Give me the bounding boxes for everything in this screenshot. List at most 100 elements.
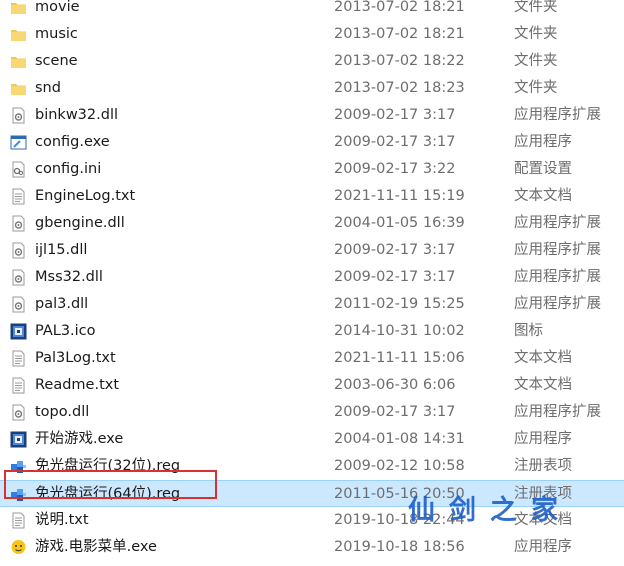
file-type: 应用程序扩展: [514, 269, 601, 285]
file-type: 文本文档: [514, 350, 572, 366]
file-type: 文本文档: [514, 377, 572, 393]
folder-icon: [10, 26, 27, 43]
file-type: 配置设置: [514, 161, 572, 177]
file-type: 图标: [514, 323, 543, 339]
dll-icon: [10, 404, 27, 421]
file-name: movie: [35, 0, 80, 15]
file-name: config.exe: [35, 134, 110, 150]
file-type: 文件夹: [514, 80, 558, 96]
file-type: 文件夹: [514, 53, 558, 69]
txt-icon: [10, 350, 27, 367]
file-name: snd: [35, 80, 61, 96]
file-row[interactable]: binkw32.dll 2009-02-17 3:17 应用程序扩展: [0, 102, 624, 129]
file-name: scene: [35, 53, 78, 69]
file-name: 开始游戏.exe: [35, 431, 124, 447]
txt-icon: [10, 512, 27, 529]
file-row[interactable]: movie 2013-07-02 18:21 文件夹: [0, 0, 624, 21]
file-list: movie 2013-07-02 18:21 文件夹 music 2013-07-02 …: [0, 0, 624, 561]
file-row[interactable]: EngineLog.txt 2021-11-11 15:19 文本文档: [0, 183, 624, 210]
file-row[interactable]: Pal3Log.txt 2021-11-11 15:06 文本文档: [0, 345, 624, 372]
file-date: 2011-02-19 15:25: [334, 296, 465, 312]
file-date: 2009-02-12 10:58: [334, 458, 465, 474]
file-name: config.ini: [35, 161, 102, 177]
file-name: EngineLog.txt: [35, 188, 136, 204]
file-row[interactable]: 免光盘运行(64位).reg 2011-05-16 20:50 注册表项: [0, 480, 624, 507]
file-type: 文件夹: [514, 0, 558, 15]
file-row[interactable]: 说明.txt 2019-10-18 22:44 文本文档: [0, 507, 624, 534]
file-date: 2009-02-17 3:17: [334, 134, 456, 150]
file-type: 应用程序扩展: [514, 404, 601, 420]
file-date: 2014-10-31 10:02: [334, 323, 465, 339]
file-type: 文本文档: [514, 188, 572, 204]
file-type: 应用程序: [514, 134, 572, 150]
file-row[interactable]: ijl15.dll 2009-02-17 3:17 应用程序扩展: [0, 237, 624, 264]
file-date: 2009-02-17 3:17: [334, 107, 456, 123]
file-row[interactable]: snd 2013-07-02 18:23 文件夹: [0, 75, 624, 102]
file-row[interactable]: Mss32.dll 2009-02-17 3:17 应用程序扩展: [0, 264, 624, 291]
dll-icon: [10, 215, 27, 232]
file-date: 2013-07-02 18:21: [334, 0, 465, 15]
file-row[interactable]: music 2013-07-02 18:21 文件夹: [0, 21, 624, 48]
folder-icon: [10, 53, 27, 70]
file-row[interactable]: 游戏.电影菜单.exe 2019-10-18 18:56 应用程序: [0, 534, 624, 561]
dll-icon: [10, 242, 27, 259]
file-type: 应用程序扩展: [514, 296, 601, 312]
file-type: 注册表项: [514, 458, 572, 474]
file-name: music: [35, 26, 78, 42]
file-date: 2021-11-11 15:06: [334, 350, 465, 366]
file-date: 2004-01-05 16:39: [334, 215, 465, 231]
file-row[interactable]: Readme.txt 2003-06-30 6:06 文本文档: [0, 372, 624, 399]
dll-icon: [10, 107, 27, 124]
file-type: 应用程序: [514, 539, 572, 555]
file-type: 文件夹: [514, 26, 558, 42]
file-row[interactable]: config.ini 2009-02-17 3:22 配置设置: [0, 156, 624, 183]
file-row[interactable]: 免光盘运行(32位).reg 2009-02-12 10:58 注册表项: [0, 453, 624, 480]
folder-icon: [10, 0, 27, 16]
file-row[interactable]: topo.dll 2009-02-17 3:17 应用程序扩展: [0, 399, 624, 426]
file-name: binkw32.dll: [35, 107, 118, 123]
file-name: 免光盘运行(64位).reg: [35, 486, 181, 502]
file-date: 2009-02-17 3:22: [334, 161, 456, 177]
file-date: 2013-07-02 18:23: [334, 80, 465, 96]
file-name: topo.dll: [35, 404, 90, 420]
file-name: gbengine.dll: [35, 215, 125, 231]
file-date: 2019-10-18 22:44: [334, 512, 465, 528]
file-type: 应用程序扩展: [514, 242, 601, 258]
exe-icon: [10, 134, 27, 151]
file-name: 说明.txt: [35, 512, 89, 528]
file-row[interactable]: pal3.dll 2011-02-19 15:25 应用程序扩展: [0, 291, 624, 318]
file-row[interactable]: gbengine.dll 2004-01-05 16:39 应用程序扩展: [0, 210, 624, 237]
dll-icon: [10, 296, 27, 313]
reg-icon: [10, 458, 27, 475]
file-date: 2013-07-02 18:22: [334, 53, 465, 69]
pal-icon: [10, 323, 27, 340]
file-date: 2009-02-17 3:17: [334, 242, 456, 258]
file-row[interactable]: 开始游戏.exe 2004-01-08 14:31 应用程序: [0, 426, 624, 453]
pal-icon: [10, 431, 27, 448]
file-date: 2003-06-30 6:06: [334, 377, 456, 393]
file-name: 免光盘运行(32位).reg: [35, 458, 181, 474]
txt-icon: [10, 377, 27, 394]
file-type: 文本文档: [514, 512, 572, 528]
file-name: pal3.dll: [35, 296, 89, 312]
file-date: 2019-10-18 18:56: [334, 539, 465, 555]
app-face-icon: [10, 539, 27, 556]
file-date: 2021-11-11 15:19: [334, 188, 465, 204]
dll-icon: [10, 269, 27, 286]
file-date: 2009-02-17 3:17: [334, 404, 456, 420]
file-type: 注册表项: [514, 486, 572, 502]
file-type: 应用程序扩展: [514, 215, 601, 231]
file-name: 游戏.电影菜单.exe: [35, 539, 157, 555]
file-name: PAL3.ico: [35, 323, 96, 339]
file-date: 2004-01-08 14:31: [334, 431, 465, 447]
file-name: Pal3Log.txt: [35, 350, 116, 366]
file-row[interactable]: PAL3.ico 2014-10-31 10:02 图标: [0, 318, 624, 345]
reg-icon: [10, 486, 27, 503]
file-date: 2009-02-17 3:17: [334, 269, 456, 285]
file-name: Readme.txt: [35, 377, 120, 393]
file-date: 2011-05-16 20:50: [334, 486, 465, 502]
file-row[interactable]: config.exe 2009-02-17 3:17 应用程序: [0, 129, 624, 156]
txt-icon: [10, 188, 27, 205]
file-name: ijl15.dll: [35, 242, 88, 258]
file-row[interactable]: scene 2013-07-02 18:22 文件夹: [0, 48, 624, 75]
